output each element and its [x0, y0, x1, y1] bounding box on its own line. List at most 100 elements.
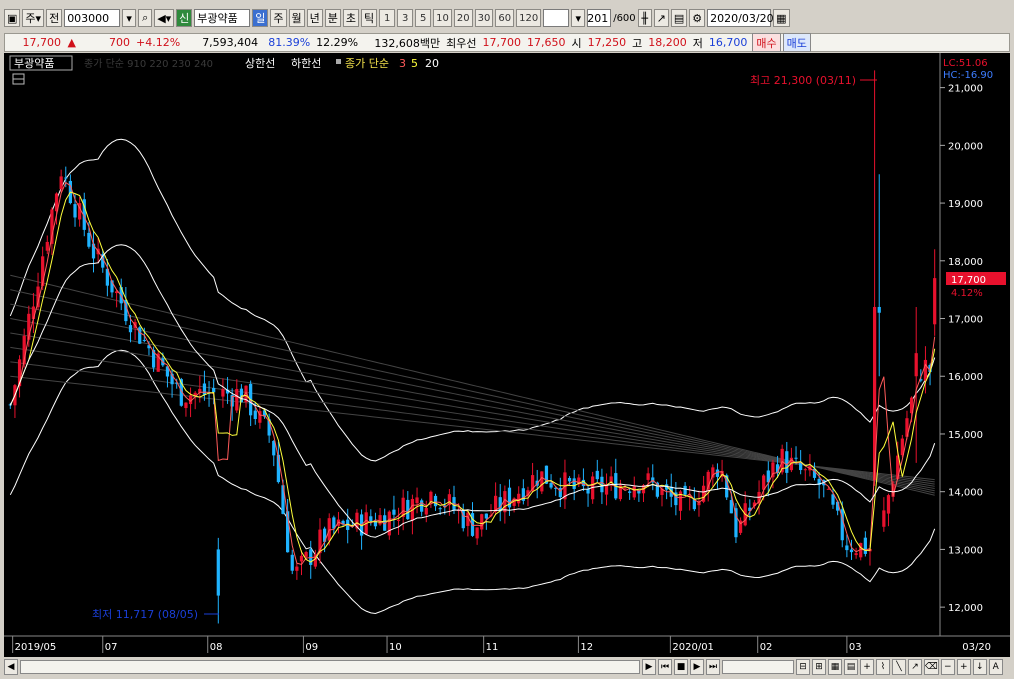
- crosshair-icon[interactable]: +: [860, 659, 874, 675]
- y-tick-label: 12,000: [948, 603, 983, 614]
- interval-1[interactable]: 1: [379, 9, 396, 27]
- stock-name-field[interactable]: 부광약품: [194, 9, 251, 27]
- scroll-left-icon[interactable]: ◀: [4, 659, 18, 675]
- candle-body: [877, 306, 881, 313]
- legend-ma20: 20: [425, 57, 439, 70]
- candle-body: [595, 470, 599, 480]
- quote-low: 16,700: [708, 36, 748, 49]
- gear-icon[interactable]: ⚙: [689, 9, 706, 27]
- period-day[interactable]: 일: [252, 9, 269, 27]
- plus-icon[interactable]: +: [956, 659, 971, 675]
- candle-series: [8, 70, 937, 624]
- candle-body: [87, 232, 91, 247]
- minus-icon[interactable]: −: [940, 659, 955, 675]
- candle-body: [415, 497, 419, 504]
- zoom-in-icon[interactable]: ⊞: [812, 659, 826, 675]
- draw-icon[interactable]: ⌇: [876, 659, 890, 675]
- count-input[interactable]: 201: [587, 9, 612, 27]
- interval-dropdown-icon[interactable]: ▾: [571, 9, 586, 27]
- chart-legend: 부광약품 종가 단순 910 220 230 240 상한선 하한선 종가 단순…: [9, 55, 439, 85]
- candle-body: [632, 486, 636, 498]
- interval-5[interactable]: 5: [415, 9, 432, 27]
- calendar-icon[interactable]: ▦: [773, 9, 790, 27]
- next-icon[interactable]: ▶: [690, 659, 704, 675]
- legend-upper-limit: 상한선: [245, 57, 275, 70]
- stop-icon[interactable]: ■: [674, 659, 688, 675]
- quote-best-label: 최우선: [446, 36, 477, 50]
- candle-body: [933, 278, 937, 325]
- line-icon[interactable]: ╲: [892, 659, 906, 675]
- interval-30[interactable]: 30: [474, 9, 494, 27]
- candle-body: [886, 495, 891, 514]
- sell-button[interactable]: 매도: [782, 33, 811, 52]
- legend-hidden-ma: 종가 단순 910 220 230 240: [84, 58, 213, 70]
- candle-body: [826, 488, 831, 490]
- interval-3[interactable]: 3: [397, 9, 414, 27]
- buy-button[interactable]: 매수: [752, 33, 781, 52]
- lc-label: LC:51.06: [943, 58, 988, 69]
- candle-body: [863, 537, 867, 554]
- code-dropdown-icon[interactable]: ▾: [122, 9, 137, 27]
- price-chart[interactable]: 21,000 20,000 19,000 18,000 17,000 16,000 15,0…: [4, 53, 1010, 657]
- trend-icon[interactable]: ↗: [653, 9, 669, 27]
- zoom-out-icon[interactable]: ⊟: [796, 659, 810, 675]
- date-input[interactable]: 2020/03/20: [707, 9, 774, 27]
- first-icon[interactable]: ⏮: [658, 659, 672, 675]
- candle-body: [212, 387, 216, 393]
- quote-bar: 17,700 ▲ 700 +4.12% 7,593,404 81.39% 12.…: [4, 33, 1010, 52]
- quote-high-label: 고: [632, 36, 643, 50]
- code-input[interactable]: 003000: [64, 9, 121, 27]
- x-tick-label: 11: [486, 642, 499, 653]
- period-select[interactable]: 주 ▾: [22, 9, 45, 27]
- zoom-slider[interactable]: [722, 660, 794, 674]
- x-tick-label: 2020/01: [672, 642, 714, 653]
- legend-lower-limit: 하한선: [291, 56, 321, 70]
- interval-20[interactable]: 20: [453, 9, 473, 27]
- candle-icon[interactable]: ╫: [637, 9, 652, 27]
- high-annotation: 최고 21,300 (03/11): [750, 74, 856, 87]
- quote-turnover: 12.29%: [316, 36, 359, 49]
- candle-body: [484, 513, 488, 519]
- period-tick[interactable]: 틱: [361, 9, 378, 27]
- candle-body: [396, 519, 401, 521]
- candle-body: [369, 516, 373, 522]
- period-year[interactable]: 년: [306, 9, 323, 27]
- erase-icon[interactable]: ⌫: [924, 659, 939, 675]
- interval-10[interactable]: 10: [433, 9, 452, 27]
- x-tick-label: 07: [105, 642, 118, 653]
- period-week[interactable]: 주: [270, 9, 287, 27]
- layout-icon[interactable]: ▦: [828, 659, 842, 675]
- speaker-icon[interactable]: ◀▾: [154, 9, 175, 27]
- quote-high: 18,200: [648, 36, 687, 49]
- scroll-track[interactable]: [20, 660, 640, 674]
- last-icon[interactable]: ⏭: [706, 659, 720, 675]
- grid-icon[interactable]: ▤: [844, 659, 858, 675]
- chart-type-icon[interactable]: ▣: [4, 9, 21, 27]
- arrow-icon[interactable]: ↗: [908, 659, 922, 675]
- range-button[interactable]: 전: [46, 9, 63, 27]
- interval-custom-input[interactable]: [543, 9, 570, 27]
- interval-60[interactable]: 60: [495, 9, 515, 27]
- toolbar-row: ▣ 주 ▾ 전 003000 ▾ ⌕ ◀▾ 신 부광약품 일 주 월 년 분 초 …: [4, 8, 790, 28]
- text-icon[interactable]: A: [988, 659, 1003, 675]
- candle-body: [235, 388, 239, 411]
- legend-ma3: 3: [399, 57, 406, 70]
- chart-panel[interactable]: 21,000 20,000 19,000 18,000 17,000 16,000 15,0…: [4, 53, 1010, 657]
- search-icon[interactable]: ⌕: [138, 9, 153, 27]
- candle-body: [794, 457, 798, 459]
- candle-body: [299, 555, 304, 562]
- candle-body: [549, 482, 553, 488]
- down-icon[interactable]: ↓: [972, 659, 987, 675]
- quote-amount: 132,608백만: [374, 36, 441, 50]
- candle-body: [304, 551, 308, 557]
- x-tick-label: 02: [760, 642, 773, 653]
- period-second[interactable]: 초: [342, 9, 360, 27]
- save-icon[interactable]: ▤: [670, 9, 688, 27]
- scroll-right-icon[interactable]: ▶: [642, 659, 656, 675]
- interval-120[interactable]: 120: [516, 9, 542, 27]
- period-minute[interactable]: 분: [324, 9, 341, 27]
- period-month[interactable]: 월: [288, 9, 305, 27]
- candle-body: [420, 500, 424, 512]
- last-pct: 4.12%: [951, 288, 983, 299]
- candle-body: [498, 497, 502, 512]
